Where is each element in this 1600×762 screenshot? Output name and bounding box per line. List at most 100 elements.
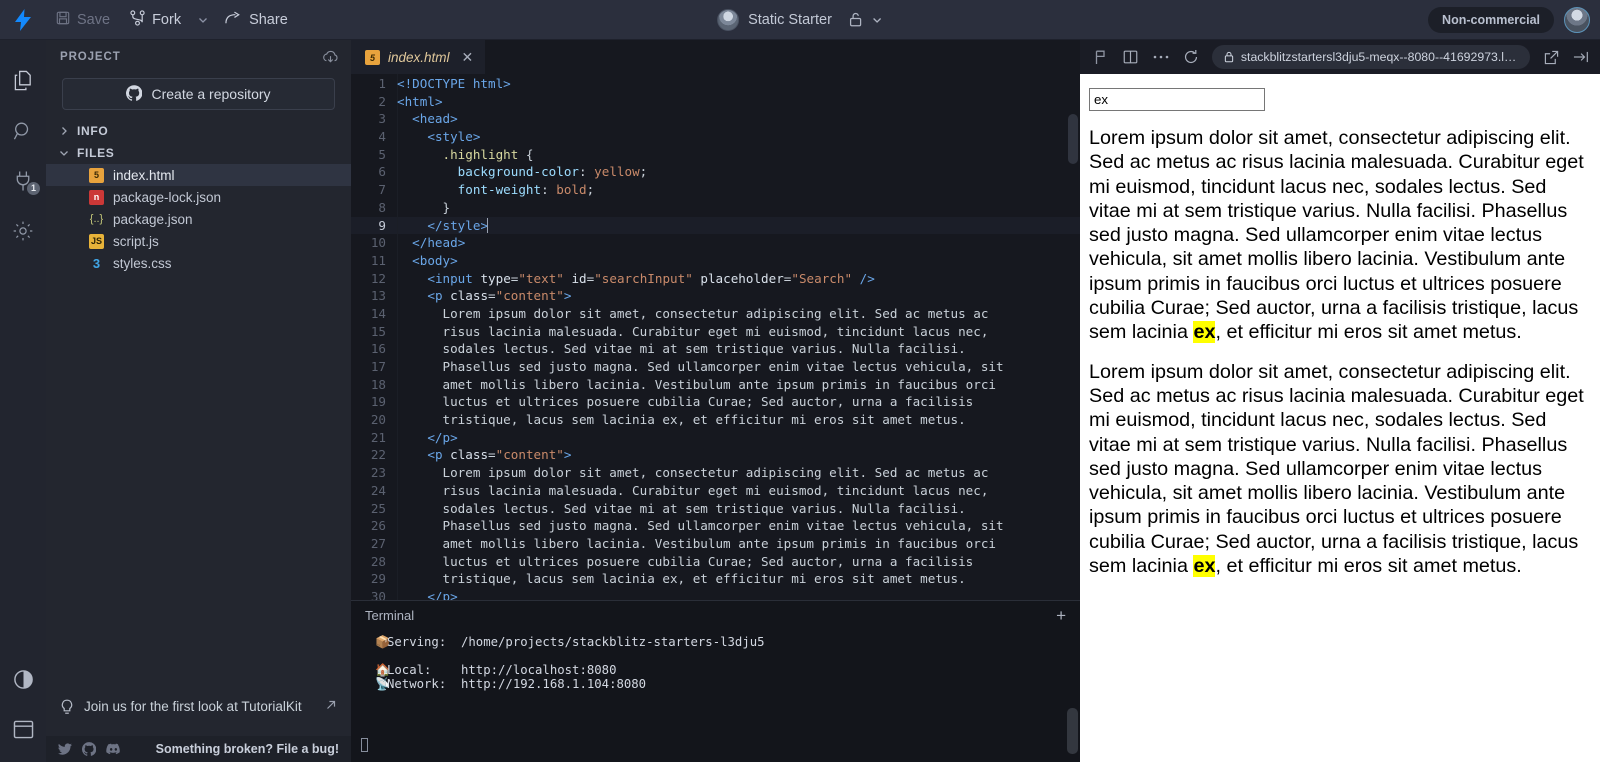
code-lines[interactable]: 1 <!DOCTYPE html> 2 <html> 3 <head> 4 <style>… — [351, 74, 1080, 600]
code-line[interactable]: 1 <!DOCTYPE html> — [351, 75, 1080, 93]
line-number: 13 — [370, 288, 386, 304]
open-external-icon[interactable] — [1538, 44, 1564, 70]
code-line[interactable]: 2 <html> — [351, 93, 1080, 111]
search-icon[interactable] — [0, 106, 46, 156]
tutorialkit-promo[interactable]: Join us for the first look at TutorialKi… — [46, 685, 351, 736]
code-line[interactable]: 6 background-color: yellow; — [351, 163, 1080, 181]
tree-section-files[interactable]: FILES — [46, 142, 351, 164]
code-line[interactable]: 22 <p class="content"> — [351, 446, 1080, 464]
ellipsis-icon[interactable] — [1148, 44, 1174, 70]
terminal-row-value: http://192.168.1.104:8080 — [461, 677, 647, 691]
json-file-icon: {..} — [89, 213, 104, 225]
activity-bar: 1 — [0, 40, 46, 762]
tree-section-info[interactable]: INFO — [46, 120, 351, 142]
code-line[interactable]: 27 amet mollis libero lacinia. Vestibulu… — [351, 535, 1080, 553]
code-token: = — [488, 288, 496, 304]
code-line[interactable]: 15 risus lacinia malesuada. Curabitur eg… — [351, 323, 1080, 341]
terminal-output[interactable]: 📦 Serving: /home/projects/stackblitz-sta… — [351, 629, 1080, 762]
tab-index-html[interactable]: 5 index.html ✕ — [351, 40, 486, 74]
code-line[interactable]: 30 </p> — [351, 588, 1080, 600]
code-line[interactable]: 18 amet mollis libero lacinia. Vestibulu… — [351, 376, 1080, 394]
code-line[interactable]: 16 sodales lectus. Sed vitae mi at sem t… — [351, 340, 1080, 358]
split-pane-icon[interactable] — [1118, 44, 1144, 70]
code-line[interactable]: 19 luctus et ultrices posuere cubilia Cu… — [351, 393, 1080, 411]
file-item-index-html[interactable]: 5 index.html — [46, 164, 351, 186]
code-line[interactable]: 11 <body> — [351, 252, 1080, 270]
save-button[interactable]: Save — [46, 0, 120, 40]
plan-badge[interactable]: Non-commercial — [1428, 6, 1554, 33]
collapse-right-icon[interactable] — [1568, 44, 1594, 70]
code-token: yellow — [594, 164, 640, 180]
chevron-down-icon[interactable] — [191, 0, 215, 40]
code-token: > — [563, 447, 572, 463]
code-line[interactable]: 12 <input type="text" id="searchInput" p… — [351, 270, 1080, 288]
code-line[interactable]: 3 <head> — [351, 110, 1080, 128]
plug-badge: 1 — [27, 182, 40, 195]
code-line[interactable]: 7 font-weight: bold; — [351, 181, 1080, 199]
theme-contrast-icon[interactable] — [0, 654, 46, 704]
code-line[interactable]: 20 tristique, lacus sem lacinia ex, et e… — [351, 411, 1080, 429]
code-token: p — [434, 288, 443, 304]
code-token: head — [419, 111, 451, 127]
unlock-icon[interactable] — [849, 12, 862, 27]
code-line[interactable]: 10 </head> — [351, 234, 1080, 252]
gear-icon[interactable] — [0, 206, 46, 256]
code-line[interactable]: 14 Lorem ipsum dolor sit amet, consectet… — [351, 305, 1080, 323]
terminal-scrollbar[interactable] — [1067, 708, 1078, 754]
code-line[interactable]: 4 <style> — [351, 128, 1080, 146]
twitter-icon[interactable] — [58, 743, 72, 755]
layout-panel-icon[interactable] — [0, 704, 46, 754]
url-bar[interactable]: stackblitzstartersl3dju5-meqx--8080--416… — [1211, 45, 1531, 69]
file-item-package-lock-json[interactable]: n package-lock.json — [46, 186, 351, 208]
code-line[interactable]: 23 Lorem ipsum dolor sit amet, consectet… — [351, 464, 1080, 482]
create-repository-button[interactable]: Create a repository — [62, 78, 335, 110]
code-line[interactable]: 24 risus lacinia malesuada. Curabitur eg… — [351, 482, 1080, 500]
code-line[interactable]: 9 </style> — [351, 216, 1080, 235]
file-item-package-json[interactable]: {..} package.json — [46, 208, 351, 230]
code-token: tristique, lacus sem lacinia ex, et effi… — [397, 412, 966, 428]
code-line[interactable]: 29 tristique, lacus sem lacinia ex, et e… — [351, 570, 1080, 588]
line-number: 12 — [370, 270, 386, 286]
code-token: body — [419, 252, 451, 268]
file-item-script-js[interactable]: JS script.js — [46, 230, 351, 252]
file-item-styles-css[interactable]: 3 styles.css — [46, 252, 351, 274]
files-icon[interactable] — [0, 56, 46, 106]
line-number: 6 — [378, 164, 386, 180]
code-line[interactable]: 21 </p> — [351, 429, 1080, 447]
code-editor[interactable]: 1 <!DOCTYPE html> 2 <html> 3 <head> 4 <style>… — [351, 74, 1080, 600]
code-line[interactable]: 13 <p class="content"> — [351, 287, 1080, 305]
tree-section-label: INFO — [77, 124, 109, 138]
terminal-row-label: Serving: — [387, 635, 447, 649]
account-avatar[interactable] — [1564, 6, 1590, 33]
code-line[interactable]: 5 .highlight { — [351, 146, 1080, 164]
terminal-header: Terminal + — [351, 601, 1080, 629]
editor-scrollbar[interactable] — [1068, 114, 1078, 164]
code-line[interactable]: 17 Phasellus sed justo magna. Sed ullamc… — [351, 358, 1080, 376]
paragraph-text-before: Lorem ipsum dolor sit amet, consectetur … — [1089, 360, 1584, 578]
share-button[interactable]: Share — [215, 0, 298, 40]
code-line[interactable]: 28 luctus et ultrices posuere cubilia Cu… — [351, 553, 1080, 571]
code-text: <input type="text" id="searchInput" plac… — [397, 270, 1080, 288]
preview-iframe[interactable]: ex Lorem ipsum dolor sit amet, consectet… — [1080, 74, 1600, 762]
reload-icon[interactable] — [1178, 44, 1204, 70]
pennant-flag-icon[interactable] — [1088, 44, 1114, 70]
visibility-chevron-down-icon[interactable] — [871, 14, 883, 26]
discord-icon[interactable] — [106, 743, 121, 755]
github-icon[interactable] — [82, 742, 96, 756]
code-line[interactable]: 26 Phasellus sed justo magna. Sed ullamc… — [351, 517, 1080, 535]
code-line[interactable]: 25 sodales lectus. Sed vitae mi at sem t… — [351, 500, 1080, 518]
code-token: luctus et ultrices posuere cubilia Curae… — [397, 553, 974, 569]
terminal-row-value: http://localhost:8080 — [461, 663, 617, 677]
plug-icon[interactable]: 1 — [0, 156, 46, 206]
close-icon[interactable]: ✕ — [458, 49, 474, 66]
search-input[interactable]: ex — [1089, 88, 1265, 111]
code-token: < — [427, 129, 435, 145]
plus-icon[interactable]: + — [1056, 607, 1066, 624]
lightning-bolt-icon[interactable] — [0, 8, 46, 31]
file-a-bug-link[interactable]: Something broken? File a bug! — [156, 742, 339, 756]
fork-button[interactable]: Fork — [120, 0, 191, 40]
cloud-download-icon[interactable] — [322, 50, 339, 64]
code-line[interactable]: 8 } — [351, 199, 1080, 217]
